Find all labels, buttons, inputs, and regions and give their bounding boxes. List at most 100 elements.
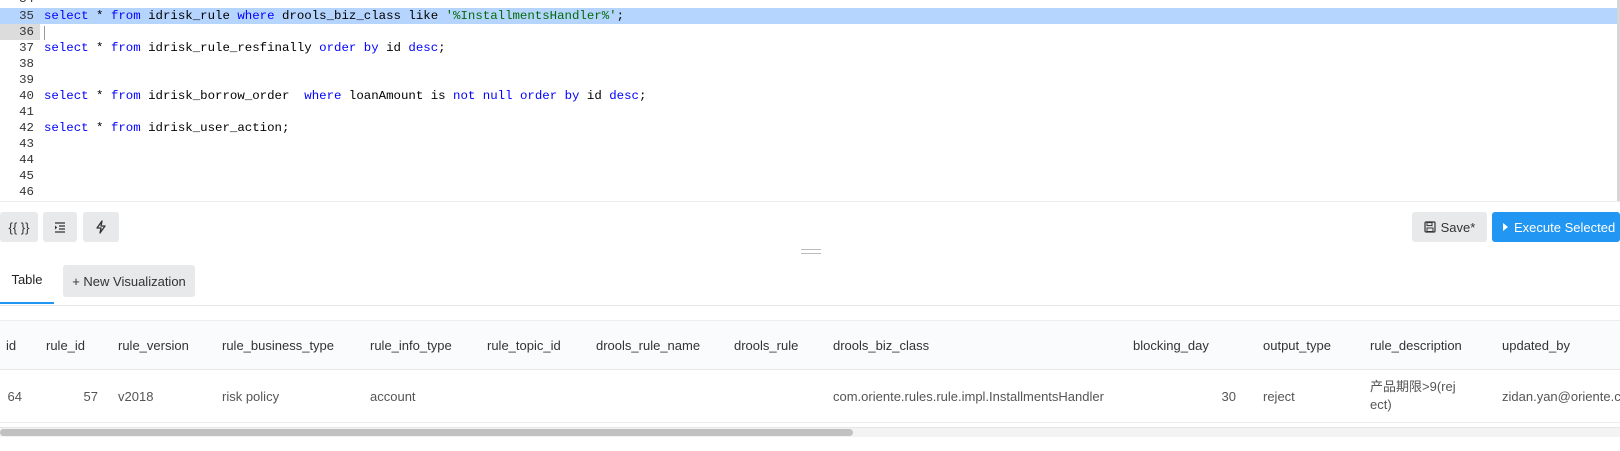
column-header-drools-rule[interactable]: drools_rule — [734, 321, 798, 371]
code-text: select * from idrisk_borrow_order where … — [44, 88, 646, 104]
code-line[interactable]: 39 — [0, 72, 1617, 88]
code-token: is — [430, 89, 446, 103]
code-text: select * from idrisk_rule where drools_b… — [44, 8, 624, 24]
code-line[interactable]: 44 — [0, 152, 1617, 168]
line-number: 46 — [19, 185, 34, 199]
new-visualization-button[interactable]: + New Visualization — [63, 265, 195, 297]
code-line[interactable]: 43 — [0, 136, 1617, 152]
code-line[interactable]: 36 — [0, 24, 1617, 40]
autocomplete-toggle-button[interactable] — [83, 212, 119, 242]
execute-selected-button[interactable]: Execute Selected — [1492, 212, 1620, 242]
line-number: 41 — [19, 105, 34, 119]
code-token: * — [88, 9, 111, 23]
code-token: from — [110, 121, 141, 135]
cell-rule-business-type: risk policy — [222, 388, 280, 404]
code-token: by — [564, 89, 580, 103]
code-line[interactable]: 38 — [0, 56, 1617, 72]
code-text: select * from idrisk_user_action; — [44, 120, 289, 136]
column-header-rule-version[interactable]: rule_version — [118, 321, 189, 371]
cell-blocking-day: 30 — [1221, 388, 1236, 404]
code-token: not — [453, 89, 476, 103]
cell-rule-version: v2018 — [118, 388, 154, 404]
code-token: * — [88, 41, 111, 55]
panel-resize-handle[interactable] — [801, 249, 821, 254]
code-line[interactable]: 41 — [0, 104, 1617, 120]
code-token: like — [408, 9, 439, 23]
cell-rule-info-type: account — [370, 388, 416, 404]
code-token: loanAmount — [341, 89, 431, 103]
code-token: '%InstallmentsHandler%' — [445, 9, 617, 23]
play-icon — [1502, 222, 1510, 232]
code-token: from — [110, 41, 141, 55]
column-header-rule-business-type[interactable]: rule_business_type — [222, 321, 334, 371]
cell-updated-by: zidan.yan@oriente.c — [1502, 388, 1620, 404]
line-number: 42 — [19, 121, 34, 135]
code-token: drools_biz_class — [274, 9, 409, 23]
code-line[interactable]: 42 select * from idrisk_user_action; — [0, 120, 1617, 136]
line-number: 34 — [0, 0, 40, 7]
save-button[interactable]: Save* — [1412, 212, 1487, 242]
column-header-updated-by[interactable]: updated_by — [1502, 321, 1570, 371]
code-token: idrisk_borrow_order — [140, 89, 305, 103]
format-query-button[interactable]: {{ }} — [0, 212, 38, 242]
cell-output-type: reject — [1263, 388, 1295, 404]
code-line[interactable]: 35 select * from idrisk_rule where drools… — [0, 8, 1617, 24]
code-line[interactable]: 37 select * from idrisk_rule_resfinally o… — [0, 40, 1617, 56]
text-cursor — [44, 26, 45, 40]
code-token: id — [378, 41, 409, 55]
code-token: from — [110, 9, 141, 23]
code-token: * — [88, 89, 111, 103]
cell-id: 64 — [7, 388, 22, 404]
lightning-icon — [95, 220, 107, 234]
indent-button[interactable] — [43, 212, 77, 242]
code-token: where — [237, 9, 275, 23]
column-header-rule-description[interactable]: rule_description — [1370, 321, 1462, 371]
cell-drools-biz-class: com.oriente.rules.rule.impl.Installments… — [833, 388, 1104, 404]
execute-button-label: Execute Selected — [1514, 219, 1616, 235]
indent-icon — [54, 221, 66, 233]
code-token: * — [88, 121, 111, 135]
save-button-label: Save* — [1440, 219, 1476, 235]
query-toolbar: {{ }} Save* Execute Selected — [0, 201, 1620, 256]
column-header-rule-topic-id[interactable]: rule_topic_id — [487, 321, 561, 371]
sql-editor[interactable]: 34 35 select * from idrisk_rule where dro… — [0, 0, 1620, 201]
column-header-id[interactable]: id — [6, 321, 16, 371]
horizontal-scrollbar-thumb[interactable] — [0, 429, 853, 436]
column-header-output-type[interactable]: output_type — [1263, 321, 1331, 371]
line-number: 44 — [19, 153, 34, 167]
line-number: 43 — [19, 137, 34, 151]
column-header-drools-biz-class[interactable]: drools_biz_class — [833, 321, 929, 371]
code-token: ; — [638, 89, 647, 103]
code-token: select — [44, 9, 89, 23]
line-number: 45 — [19, 169, 34, 183]
new-visualization-label: + New Visualization — [72, 273, 186, 289]
table-row: 64 57 v2018 risk policy account com.oriente.r… — [0, 370, 1620, 423]
code-line[interactable]: 46 — [0, 184, 1617, 200]
cell-rule-id: 57 — [83, 388, 98, 404]
line-number: 35 — [19, 9, 34, 23]
floppy-disk-icon — [1424, 221, 1436, 233]
column-header-blocking-day[interactable]: blocking_day — [1133, 321, 1209, 371]
code-token: ; — [616, 9, 625, 23]
cell-rule-description: 产品期限>9(reject) — [1370, 379, 1456, 412]
code-token: idrisk_rule_resfinally — [140, 41, 320, 55]
code-token: from — [110, 89, 141, 103]
code-token: idrisk_rule — [140, 9, 238, 23]
column-header-drools-rule-name[interactable]: drools_rule_name — [596, 321, 700, 371]
code-line[interactable]: 45 — [0, 168, 1617, 184]
column-header-rule-info-type[interactable]: rule_info_type — [370, 321, 452, 371]
code-line[interactable]: 40 select * from idrisk_borrow_order wher… — [0, 88, 1617, 104]
table-header: id rule_id rule_version rule_business_type r… — [0, 320, 1620, 370]
line-number: 40 — [19, 89, 34, 103]
code-token: where — [304, 89, 342, 103]
code-token: select — [44, 41, 89, 55]
code-token: null — [482, 89, 513, 103]
tab-table-label: Table — [11, 271, 43, 287]
tab-table[interactable]: Table — [0, 256, 54, 304]
column-header-rule-id[interactable]: rule_id — [46, 321, 85, 371]
